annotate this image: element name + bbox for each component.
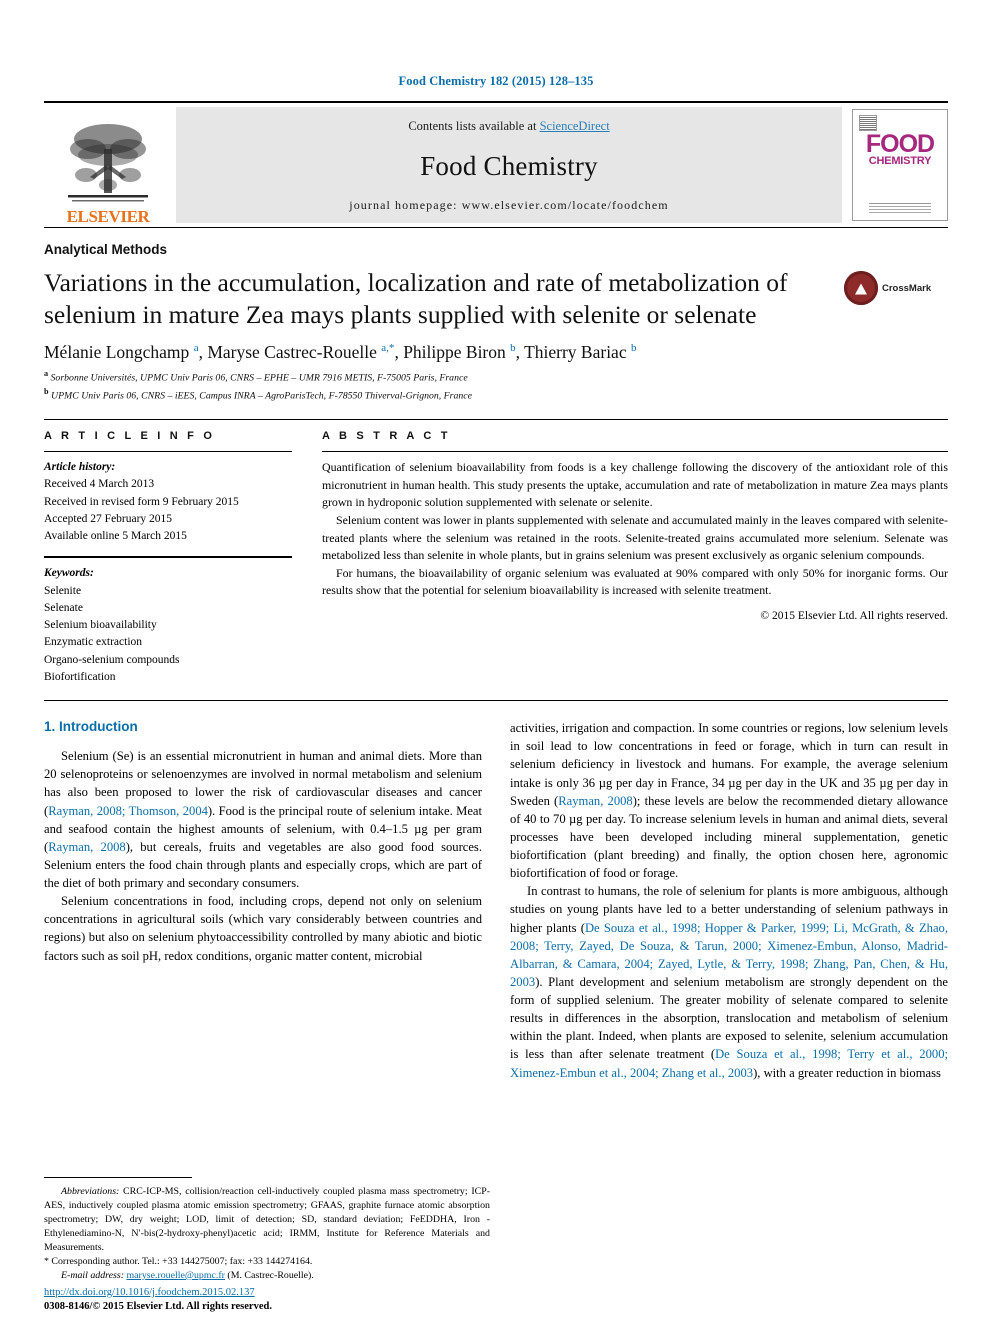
crossmark-label: CrossMark	[882, 282, 932, 294]
journal-masthead: ELSEVIER Contents lists available at Sci…	[44, 101, 948, 228]
affiliation-a-text: Sorbonne Universités, UPMC Univ Paris 06…	[50, 372, 468, 384]
article-page: Food Chemistry 182 (2015) 128–135 ELSEVI…	[0, 0, 992, 1323]
body-divider	[44, 700, 948, 702]
running-head: Food Chemistry 182 (2015) 128–135	[398, 74, 594, 88]
cover-footer-text-block	[869, 204, 931, 213]
footnote-area: Abbreviations: CRC-ICP-MS, collision/rea…	[44, 1176, 490, 1283]
abstract-copyright: © 2015 Elsevier Ltd. All rights reserved…	[760, 610, 948, 623]
journal-homepage-line[interactable]: journal homepage: www.elsevier.com/locat…	[349, 198, 668, 213]
introduction-heading: 1. Introduction	[44, 719, 138, 735]
cover-title-food: FOOD	[865, 130, 935, 158]
footnote-body: Abbreviations: CRC-ICP-MS, collision/rea…	[44, 1185, 490, 1283]
crossmark-icon	[844, 271, 878, 305]
affiliation-b-text: UPMC Univ Paris 06, CNRS – iEES, Campus …	[51, 389, 472, 401]
abbreviations-note: Abbreviations: CRC-ICP-MS, collision/rea…	[44, 1185, 490, 1253]
author-list: Mélanie Longchamp a, Maryse Castrec-Roue…	[44, 342, 637, 363]
footer-doi-block: http://dx.doi.org/10.1016/j.foodchem.201…	[44, 1286, 272, 1315]
cover-title-chemistry: CHEMISTRY	[868, 155, 932, 167]
body-column-right: activities, irrigation and compaction. I…	[510, 719, 948, 1082]
abstract-divider	[322, 451, 948, 453]
keyword-item: Selenite	[44, 584, 82, 597]
section-category: Analytical Methods	[44, 242, 168, 257]
footnote-rule	[44, 1176, 192, 1178]
journal-band: Contents lists available at ScienceDirec…	[176, 107, 842, 223]
email-owner: (M. Castrec-Rouelle).	[227, 1269, 314, 1281]
article-info-column: A R T I C L E I N F O Article history: R…	[44, 430, 322, 686]
introduction-right-text: activities, irrigation and compaction. I…	[510, 721, 948, 1080]
body-column-left: 1. Introduction Selenium (Se) is an esse…	[44, 719, 482, 1082]
email-link[interactable]: maryse.rouelle@upmc.fr	[126, 1270, 224, 1281]
abstract-paragraph: Quantification of selenium bioavailabili…	[322, 460, 948, 510]
info-divider-middle	[44, 556, 292, 559]
contents-available-line: Contents lists available at ScienceDirec…	[408, 119, 609, 134]
abstract-paragraph: Selenium content was lower in plants sup…	[322, 512, 948, 563]
affiliation-a: a Sorbonne Universités, UPMC Univ Paris …	[44, 369, 468, 384]
elsevier-tree-icon	[68, 124, 148, 202]
journal-cover-thumbnail: FOOD CHEMISTRY	[852, 109, 948, 221]
info-divider-top	[44, 451, 292, 453]
keyword-item: Enzymatic extraction	[44, 636, 143, 649]
keywords-block: Keywords: Selenite Selenate Selenium bio…	[44, 565, 292, 686]
article-history-label: Article history:	[44, 461, 116, 474]
keyword-item: Selenate	[44, 601, 83, 614]
keyword-item: Biofortification	[44, 670, 116, 683]
issn-copyright-line: 0308-8146/© 2015 Elsevier Ltd. All right…	[44, 1301, 272, 1313]
introduction-left-text: Selenium (Se) is an essential micronutri…	[44, 749, 483, 963]
abstract-paragraph: For humans, the bioavailability of organ…	[322, 565, 948, 598]
sciencedirect-link[interactable]: ScienceDirect	[540, 119, 610, 133]
article-history-block: Article history: Received 4 March 2013 R…	[44, 459, 292, 545]
contents-prefix: Contents lists available at	[408, 119, 540, 133]
crossmark-badge[interactable]: CrossMark	[844, 267, 948, 305]
history-item: Available online 5 March 2015	[44, 530, 187, 543]
abstract-body: Quantification of selenium bioavailabili…	[322, 459, 948, 600]
title-row: Variations in the accumulation, localiza…	[44, 267, 948, 330]
history-item: Received 4 March 2013	[44, 478, 155, 491]
email-note: E-mail address: maryse.rouelle@upmc.fr (…	[44, 1269, 490, 1283]
affiliations: a Sorbonne Universités, UPMC Univ Paris …	[44, 368, 948, 403]
affiliation-b: b UPMC Univ Paris 06, CNRS – iEES, Campu…	[44, 386, 472, 401]
keyword-item: Organo-selenium compounds	[44, 653, 180, 666]
elsevier-logo: ELSEVIER	[44, 103, 172, 227]
history-item: Accepted 27 February 2015	[44, 512, 173, 525]
body-columns: 1. Introduction Selenium (Se) is an esse…	[44, 719, 948, 1082]
journal-title: Food Chemistry	[420, 150, 598, 181]
email-label: E-mail address:	[61, 1269, 124, 1281]
doi-link[interactable]: http://dx.doi.org/10.1016/j.foodchem.201…	[44, 1287, 255, 1298]
article-info-heading: A R T I C L E I N F O	[44, 430, 216, 443]
abstract-heading: A B S T R A C T	[322, 430, 451, 443]
keywords-label: Keywords:	[44, 567, 94, 580]
page-title: Variations in the accumulation, localiza…	[44, 268, 788, 329]
history-item: Received in revised form 9 February 2015	[44, 495, 239, 508]
cover-corner-mark	[859, 115, 877, 131]
elsevier-wordmark: ELSEVIER	[66, 207, 150, 226]
abstract-column: A B S T R A C T Quantification of seleni…	[322, 430, 948, 686]
keyword-item: Selenium bioavailability	[44, 619, 157, 632]
corresponding-author-note: * Corresponding author. Tel.: +33 144275…	[44, 1255, 313, 1267]
info-abstract-section: A R T I C L E I N F O Article history: R…	[44, 419, 948, 686]
